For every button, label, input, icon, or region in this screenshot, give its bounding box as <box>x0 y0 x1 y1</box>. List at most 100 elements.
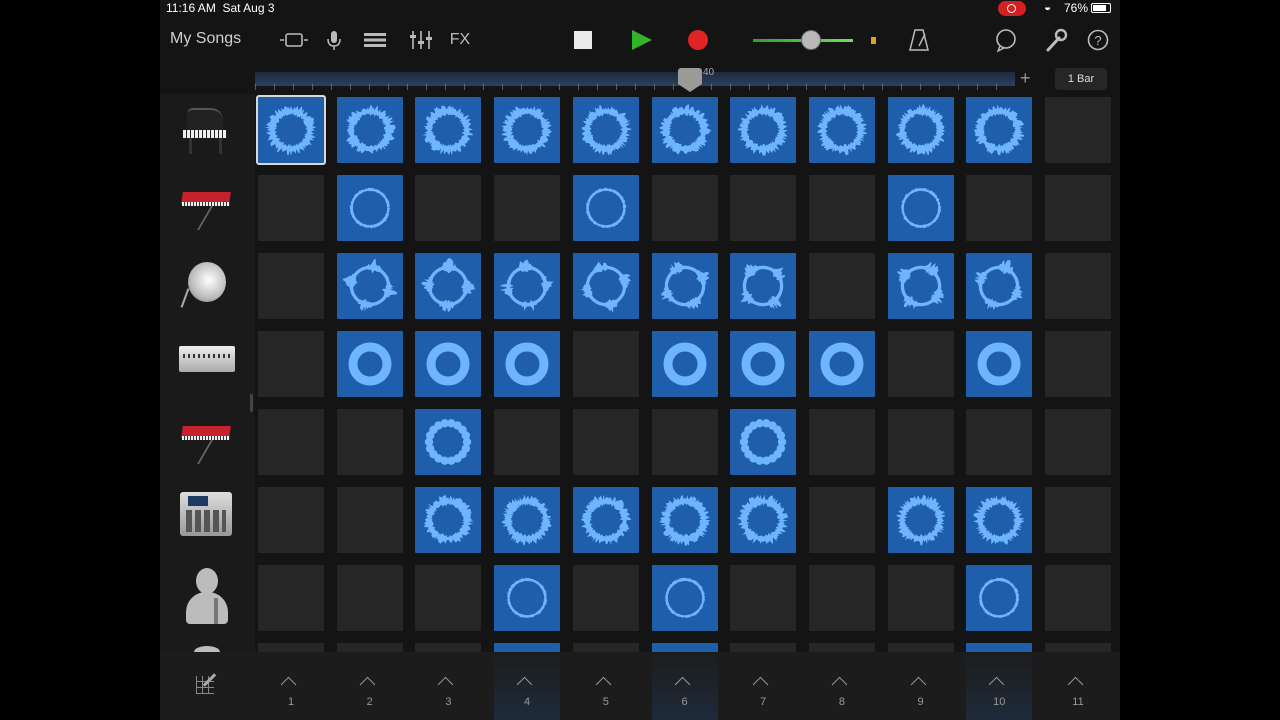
empty-cell[interactable] <box>808 643 875 652</box>
empty-cell[interactable] <box>1045 565 1111 631</box>
loop-cell[interactable] <box>887 175 954 241</box>
empty-cell[interactable] <box>258 331 324 397</box>
empty-cell[interactable] <box>336 487 403 553</box>
empty-cell[interactable] <box>1045 331 1111 397</box>
loop-cell[interactable] <box>651 487 718 553</box>
empty-cell[interactable] <box>336 643 403 652</box>
loop-cell[interactable] <box>494 253 561 319</box>
loop-cell[interactable] <box>651 97 718 163</box>
microphone-icon[interactable] <box>324 26 344 54</box>
loop-cell[interactable] <box>336 97 403 163</box>
empty-cell[interactable] <box>1045 97 1111 163</box>
edit-grid-icon[interactable] <box>196 672 218 694</box>
timeline-ruler[interactable]: 40 <box>255 62 1015 94</box>
empty-cell[interactable] <box>1045 409 1111 475</box>
loop-cell[interactable] <box>730 253 797 319</box>
column-resize-handle[interactable] <box>250 394 253 412</box>
loop-cell[interactable] <box>730 331 797 397</box>
track-header-drums[interactable] <box>160 250 255 328</box>
empty-cell[interactable] <box>808 487 875 553</box>
loop-cell[interactable] <box>966 565 1033 631</box>
empty-cell[interactable] <box>808 175 875 241</box>
scene-trigger-7[interactable]: 7 <box>730 652 796 720</box>
loop-cell[interactable] <box>336 331 403 397</box>
empty-cell[interactable] <box>494 175 561 241</box>
empty-cell[interactable] <box>887 643 954 652</box>
volume-knob[interactable] <box>801 30 821 50</box>
loop-cell[interactable] <box>808 97 875 163</box>
empty-cell[interactable] <box>572 565 639 631</box>
empty-cell[interactable] <box>730 565 797 631</box>
loop-cell[interactable] <box>966 97 1033 163</box>
empty-cell[interactable] <box>336 409 403 475</box>
loop-cell[interactable] <box>966 253 1033 319</box>
scene-trigger-8[interactable]: 8 <box>809 652 875 720</box>
track-header-synth[interactable] <box>160 172 255 250</box>
empty-cell[interactable] <box>1045 487 1111 553</box>
loop-cell[interactable] <box>336 175 403 241</box>
metronome-icon[interactable] <box>908 26 930 54</box>
scene-trigger-4[interactable]: 4 <box>494 652 561 720</box>
loop-cell[interactable] <box>808 331 875 397</box>
loop-cell[interactable] <box>887 97 954 163</box>
loop-cell[interactable] <box>415 97 482 163</box>
browser-icon[interactable] <box>278 26 310 54</box>
empty-cell[interactable] <box>494 409 561 475</box>
empty-cell[interactable] <box>258 409 324 475</box>
loop-cell[interactable] <box>336 253 403 319</box>
loop-cell[interactable] <box>651 643 718 652</box>
loop-cell[interactable] <box>494 487 561 553</box>
loop-cell[interactable] <box>256 95 326 165</box>
loop-cell[interactable] <box>572 487 639 553</box>
scene-trigger-11[interactable]: 11 <box>1045 652 1111 720</box>
master-volume-slider[interactable] <box>753 30 876 50</box>
empty-cell[interactable] <box>966 175 1033 241</box>
record-button[interactable] <box>680 26 716 54</box>
empty-cell[interactable] <box>258 175 324 241</box>
empty-cell[interactable] <box>887 565 954 631</box>
empty-cell[interactable] <box>730 175 797 241</box>
empty-cell[interactable] <box>887 409 954 475</box>
empty-cell[interactable] <box>258 643 324 652</box>
play-button[interactable] <box>623 26 659 54</box>
empty-cell[interactable] <box>808 565 875 631</box>
loop-cell[interactable] <box>415 331 482 397</box>
track-header-sampler[interactable] <box>160 484 255 562</box>
loop-cell[interactable] <box>494 331 561 397</box>
empty-cell[interactable] <box>1045 175 1111 241</box>
empty-cell[interactable] <box>651 409 718 475</box>
empty-cell[interactable] <box>730 643 797 652</box>
loop-cell[interactable] <box>730 487 797 553</box>
loop-cell[interactable] <box>572 253 639 319</box>
empty-cell[interactable] <box>1045 253 1111 319</box>
scene-trigger-5[interactable]: 5 <box>573 652 639 720</box>
loop-cell[interactable] <box>966 643 1033 652</box>
settings-icon[interactable] <box>1044 26 1068 54</box>
loop-cell[interactable] <box>651 253 718 319</box>
loop-cell[interactable] <box>415 253 482 319</box>
empty-cell[interactable] <box>808 253 875 319</box>
track-header-partial[interactable] <box>160 640 255 652</box>
empty-cell[interactable] <box>258 253 324 319</box>
tracks-view-icon[interactable] <box>362 26 388 54</box>
loop-cell[interactable] <box>415 487 482 553</box>
scene-trigger-10[interactable]: 10 <box>966 652 1033 720</box>
fx-button[interactable]: FX <box>447 26 473 54</box>
help-icon[interactable]: ? <box>1086 26 1110 54</box>
empty-cell[interactable] <box>336 565 403 631</box>
scene-trigger-6[interactable]: 6 <box>651 652 718 720</box>
empty-cell[interactable] <box>966 409 1033 475</box>
track-header-vocals[interactable] <box>160 562 255 640</box>
empty-cell[interactable] <box>887 331 954 397</box>
loop-cell[interactable] <box>887 487 954 553</box>
add-section-button[interactable]: + <box>1020 69 1031 87</box>
mixer-icon[interactable] <box>408 26 434 54</box>
loop-cell[interactable] <box>572 175 639 241</box>
empty-cell[interactable] <box>415 175 482 241</box>
loop-browser-icon[interactable] <box>994 26 1018 54</box>
empty-cell[interactable] <box>1045 643 1111 652</box>
scene-trigger-1[interactable]: 1 <box>258 652 324 720</box>
loop-cell[interactable] <box>651 331 718 397</box>
loop-cell[interactable] <box>415 409 482 475</box>
empty-cell[interactable] <box>258 565 324 631</box>
